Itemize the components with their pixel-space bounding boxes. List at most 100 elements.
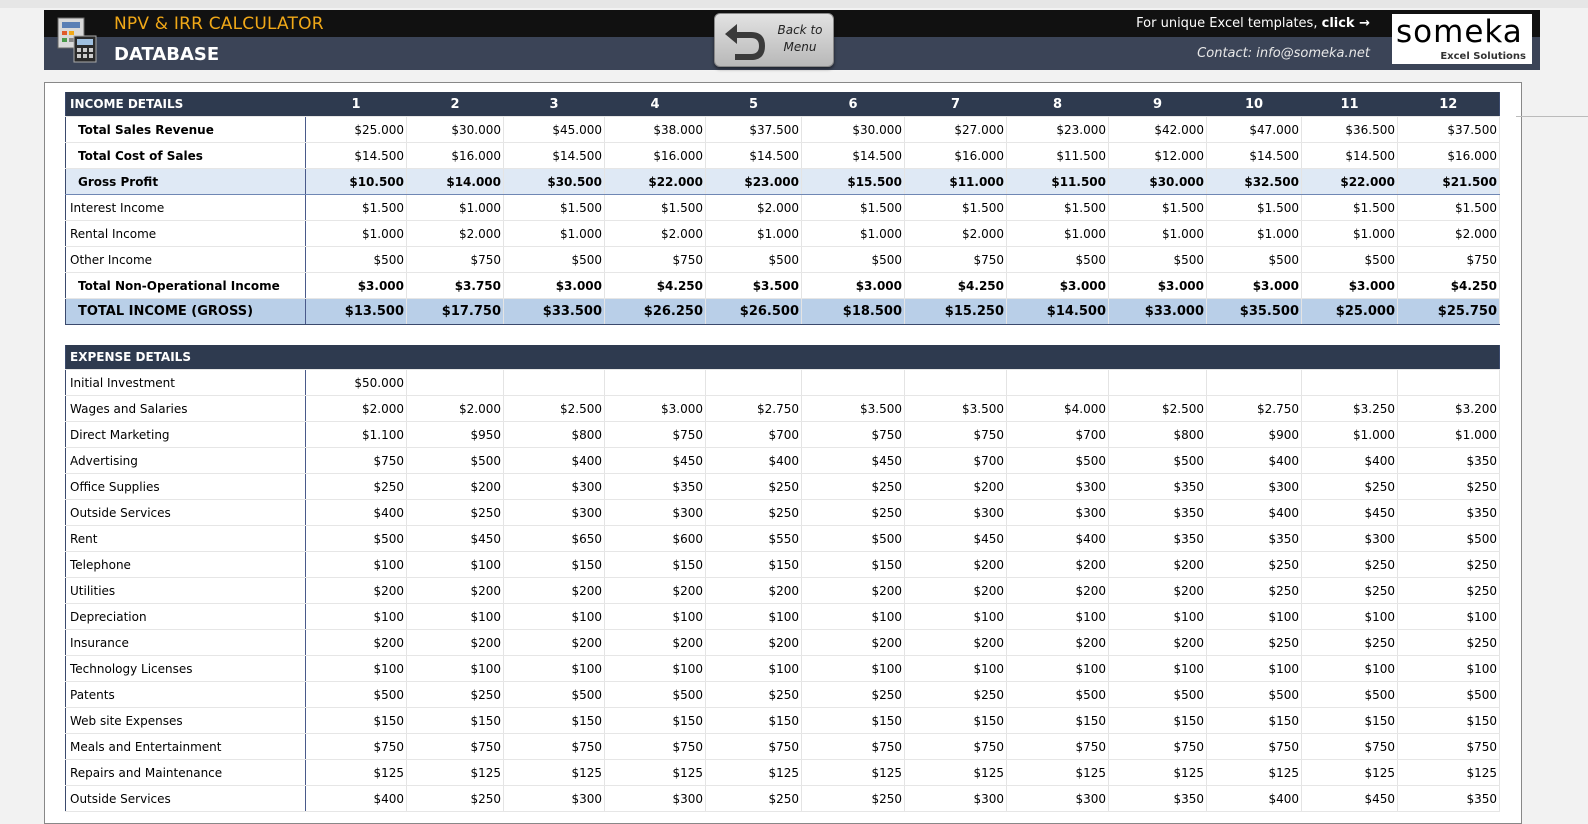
expense-cell[interactable]: $1.000 [1397, 421, 1500, 448]
expense-cell[interactable]: $500 [1006, 681, 1109, 708]
expense-row-label[interactable]: Insurance [65, 629, 306, 656]
expense-cell[interactable]: $250 [705, 681, 802, 708]
expense-cell[interactable]: $200 [705, 577, 802, 604]
expense-cell[interactable]: $350 [1397, 785, 1500, 812]
expense-cell[interactable]: $100 [1006, 655, 1109, 682]
expense-cell[interactable]: $500 [801, 525, 905, 552]
expense-cell[interactable]: $125 [503, 759, 605, 786]
income-cell[interactable]: $30.500 [503, 168, 605, 195]
income-cell[interactable]: $750 [1397, 246, 1500, 273]
expense-cell[interactable]: $100 [1206, 655, 1302, 682]
expense-cell[interactable]: $250 [1301, 551, 1398, 578]
expense-cell[interactable]: $100 [604, 655, 706, 682]
income-cell[interactable]: $4.250 [604, 272, 706, 299]
expense-cell[interactable]: $500 [305, 525, 407, 552]
income-cell[interactable]: $16.000 [406, 142, 504, 169]
expense-cell[interactable]: $200 [801, 577, 905, 604]
income-cell[interactable]: $33.000 [1108, 298, 1207, 325]
expense-cell[interactable]: $400 [503, 447, 605, 474]
expense-cell[interactable]: $200 [801, 629, 905, 656]
expense-cell[interactable]: $500 [1397, 525, 1500, 552]
income-cell[interactable]: $14.500 [503, 142, 605, 169]
expense-cell[interactable]: $300 [503, 499, 605, 526]
expense-cell[interactable]: $200 [1108, 629, 1207, 656]
expense-cell[interactable]: $200 [904, 629, 1007, 656]
expense-cell[interactable]: $150 [705, 551, 802, 578]
expense-cell[interactable]: $125 [1397, 759, 1500, 786]
expense-cell[interactable] [1108, 369, 1207, 396]
expense-cell[interactable]: $500 [503, 681, 605, 708]
income-cell[interactable]: $47.000 [1206, 116, 1302, 143]
expense-cell[interactable]: $125 [604, 759, 706, 786]
income-cell[interactable]: $26.250 [604, 298, 706, 325]
expense-cell[interactable]: $125 [705, 759, 802, 786]
expense-cell[interactable]: $750 [305, 733, 407, 760]
income-cell[interactable]: $3.500 [705, 272, 802, 299]
expense-cell[interactable]: $125 [1006, 759, 1109, 786]
income-cell[interactable]: $750 [406, 246, 504, 273]
income-cell[interactable]: $4.250 [1397, 272, 1500, 299]
income-cell[interactable]: $26.500 [705, 298, 802, 325]
expense-cell[interactable]: $500 [1108, 447, 1207, 474]
expense-cell[interactable]: $200 [1108, 551, 1207, 578]
expense-cell[interactable]: $2.500 [1108, 395, 1207, 422]
expense-cell[interactable]: $250 [904, 681, 1007, 708]
expense-cell[interactable]: $100 [801, 603, 905, 630]
income-cell[interactable]: $500 [1301, 246, 1398, 273]
expense-cell[interactable]: $750 [604, 421, 706, 448]
expense-cell[interactable]: $700 [904, 447, 1007, 474]
expense-cell[interactable]: $2.500 [503, 395, 605, 422]
income-cell[interactable]: $32.500 [1206, 168, 1302, 195]
expense-cell[interactable]: $800 [503, 421, 605, 448]
expense-cell[interactable]: $250 [801, 473, 905, 500]
income-row-label[interactable]: Total Non-Operational Income [65, 272, 306, 299]
expense-cell[interactable]: $750 [1397, 733, 1500, 760]
expense-cell[interactable]: $1.000 [1301, 421, 1398, 448]
expense-cell[interactable] [705, 369, 802, 396]
expense-cell[interactable]: $100 [1006, 603, 1109, 630]
expense-cell[interactable]: $100 [1206, 603, 1302, 630]
income-cell[interactable]: $2.000 [904, 220, 1007, 247]
expense-cell[interactable]: $100 [406, 551, 504, 578]
expense-cell[interactable] [503, 369, 605, 396]
expense-cell[interactable]: $200 [904, 577, 1007, 604]
income-cell[interactable]: $750 [604, 246, 706, 273]
expense-cell[interactable] [1301, 369, 1398, 396]
expense-row-label[interactable]: Initial Investment [65, 369, 306, 396]
expense-cell[interactable]: $250 [406, 499, 504, 526]
income-cell[interactable]: $3.000 [1206, 272, 1302, 299]
expense-cell[interactable]: $200 [904, 473, 1007, 500]
promo-click-link[interactable]: click → [1322, 16, 1370, 31]
income-cell[interactable]: $18.500 [801, 298, 905, 325]
income-cell[interactable]: $1.500 [801, 194, 905, 221]
expense-cell[interactable]: $250 [801, 785, 905, 812]
income-row-label[interactable]: Interest Income [65, 194, 306, 221]
income-cell[interactable]: $500 [705, 246, 802, 273]
income-cell[interactable]: $37.500 [1397, 116, 1500, 143]
expense-cell[interactable]: $350 [1397, 447, 1500, 474]
expense-cell[interactable]: $100 [1301, 655, 1398, 682]
income-cell[interactable]: $11.500 [1006, 168, 1109, 195]
contact-email[interactable]: Contact: info@someka.net [1197, 46, 1370, 61]
income-cell[interactable]: $23.000 [705, 168, 802, 195]
expense-cell[interactable]: $125 [406, 759, 504, 786]
income-cell[interactable]: $1.500 [503, 194, 605, 221]
expense-cell[interactable]: $350 [1108, 499, 1207, 526]
expense-cell[interactable]: $750 [1206, 733, 1302, 760]
expense-cell[interactable]: $150 [801, 707, 905, 734]
expense-cell[interactable]: $3.200 [1397, 395, 1500, 422]
expense-cell[interactable]: $300 [1006, 473, 1109, 500]
expense-cell[interactable]: $250 [705, 785, 802, 812]
expense-cell[interactable]: $250 [1206, 577, 1302, 604]
expense-cell[interactable]: $350 [1108, 525, 1207, 552]
expense-cell[interactable]: $100 [705, 655, 802, 682]
expense-row-label[interactable]: Technology Licenses [65, 655, 306, 682]
expense-cell[interactable]: $450 [904, 525, 1007, 552]
income-cell[interactable]: $30.000 [801, 116, 905, 143]
income-cell[interactable]: $14.500 [801, 142, 905, 169]
income-cell[interactable]: $3.000 [1108, 272, 1207, 299]
expense-cell[interactable]: $50.000 [305, 369, 407, 396]
expense-cell[interactable]: $300 [904, 499, 1007, 526]
income-cell[interactable]: $500 [1006, 246, 1109, 273]
expense-cell[interactable]: $125 [1206, 759, 1302, 786]
